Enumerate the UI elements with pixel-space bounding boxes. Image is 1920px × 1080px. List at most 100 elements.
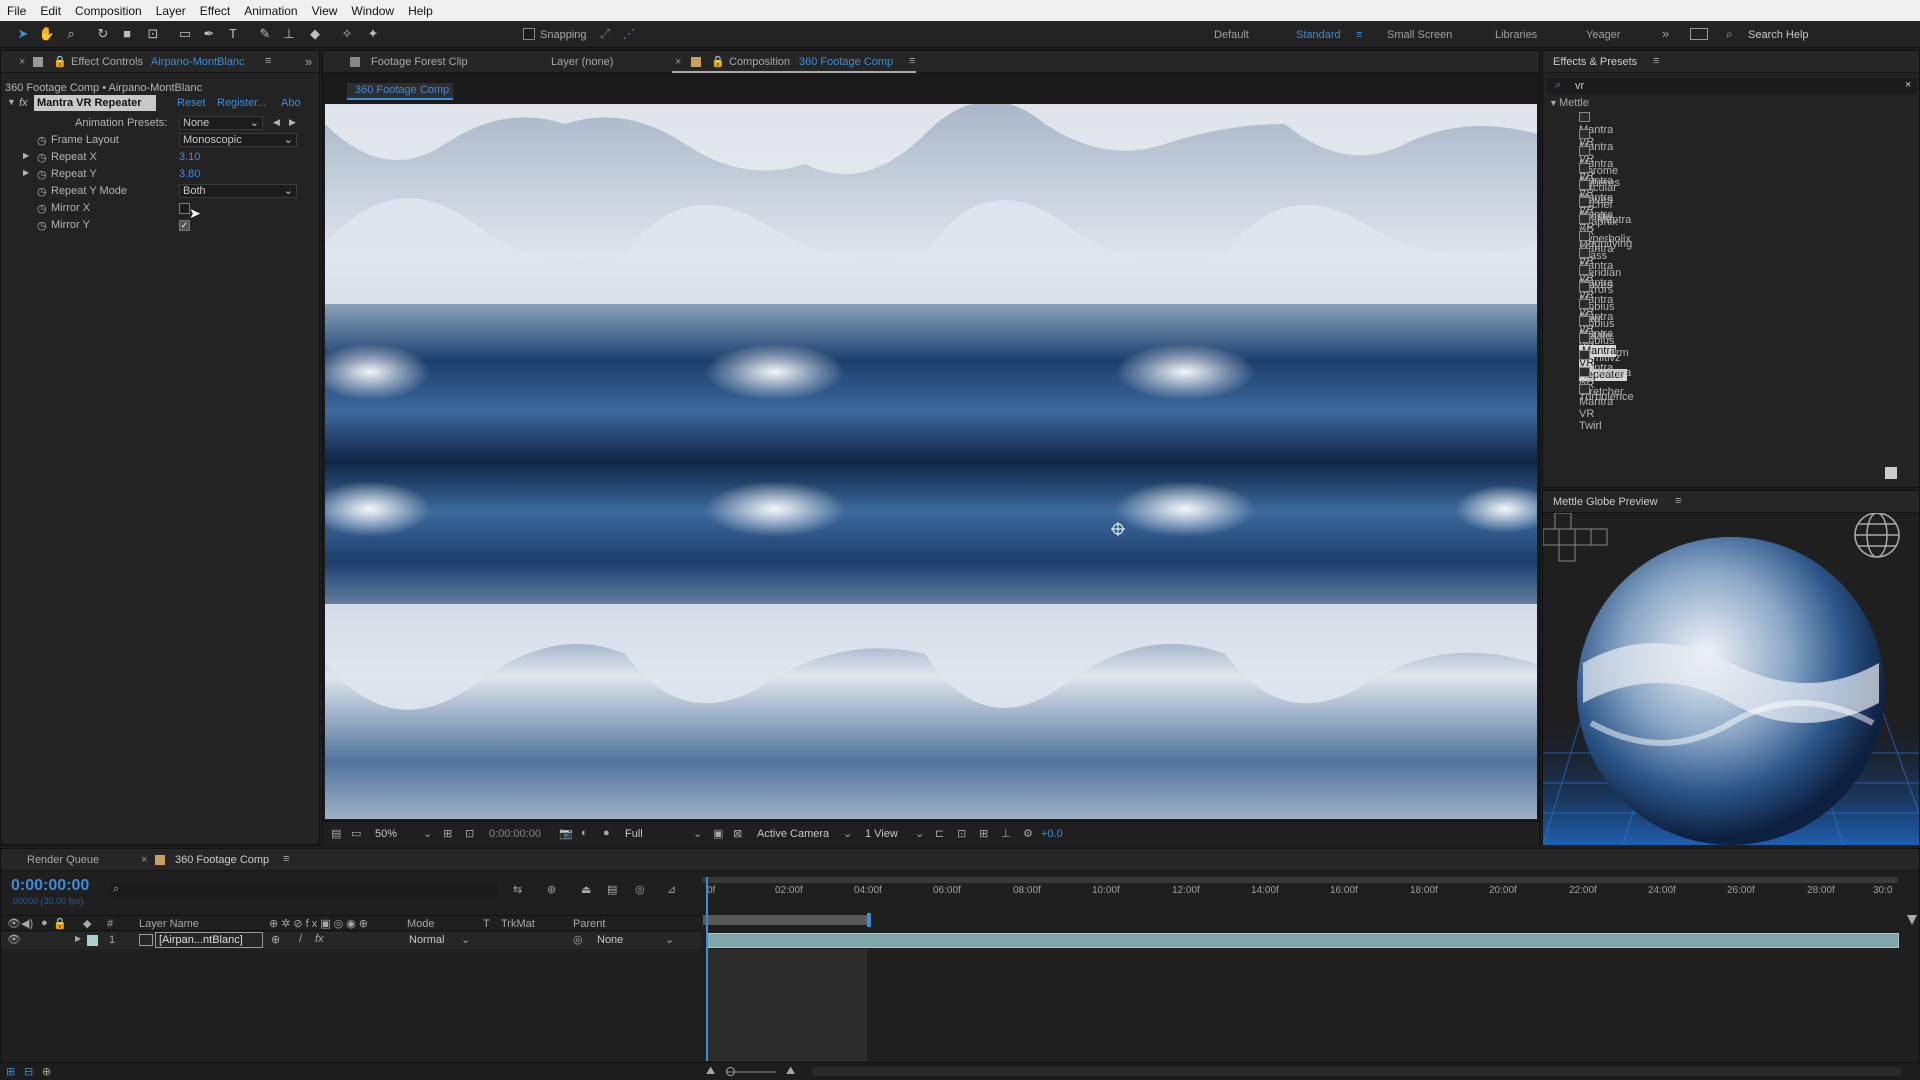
effect-list-item[interactable]: Mantra VR Magnifying Glass [1579, 214, 1632, 262]
tab-footage[interactable]: Footage Forest Clip [371, 56, 468, 68]
tab-timeline-comp[interactable]: 360 Footage Comp [175, 854, 269, 866]
close-icon[interactable]: × [675, 56, 681, 68]
stopwatch-icon[interactable]: ◷ [37, 202, 47, 215]
expand-arrow-icon[interactable]: ▶ [75, 934, 81, 943]
selection-tool-icon[interactable]: ➤ [14, 25, 32, 43]
fit-icon[interactable]: ⊞ [443, 827, 452, 840]
grid-icon[interactable]: ⊡ [465, 827, 474, 840]
in-out-stretch-icon[interactable]: ⊕ [42, 1065, 51, 1078]
parent-column[interactable]: Parent [573, 918, 605, 930]
clear-search-icon[interactable]: × [1905, 79, 1911, 91]
rectangle-tool-icon[interactable]: ▭ [176, 25, 194, 43]
effect-list-item[interactable]: Mantra VR Mobius Transform [1579, 299, 1629, 359]
region-of-interest-icon[interactable]: ▣ [713, 827, 723, 840]
effects-presets-title[interactable]: Effects & Presets [1553, 56, 1637, 68]
view-layout-dropdown[interactable]: 1 View [865, 828, 898, 840]
repeat-y-mode-dropdown[interactable]: Both ⌄ [179, 184, 297, 198]
snap-feature-icon[interactable]: ⋰ [620, 25, 638, 43]
workspace-libraries[interactable]: Libraries [1495, 29, 1537, 41]
layer-duration-bar[interactable] [707, 933, 1899, 948]
trkmat-column[interactable]: TrkMat [501, 918, 535, 930]
composition-viewport[interactable] [325, 104, 1537, 819]
parent-dropdown[interactable]: None [597, 934, 623, 946]
frame-blending-icon[interactable]: ▤ [607, 883, 617, 896]
time-ruler[interactable]: 0f 02:00f 04:00f 06:00f 08:00f 10:00f 12… [703, 885, 1903, 907]
zoom-out-icon[interactable]: ⛰ [706, 1065, 715, 1078]
graph-editor-icon[interactable]: ⊿ [667, 883, 676, 896]
layer-name-column[interactable]: Layer Name [139, 918, 199, 930]
fx-icon[interactable]: fx [19, 97, 28, 109]
stopwatch-icon[interactable]: ◷ [37, 134, 47, 147]
timeline-current-time[interactable]: 0:00:00:00 [11, 877, 89, 895]
type-tool-icon[interactable]: T [224, 25, 242, 43]
workspace-menu-icon[interactable]: ≡ [1356, 29, 1362, 41]
timeline-icon[interactable]: ⊞ [979, 827, 988, 840]
timeline-scrollbar[interactable] [812, 1067, 1902, 1076]
menu-composition[interactable]: Composition [68, 4, 149, 18]
comp-flow-tab[interactable]: 360 Footage Comp [347, 83, 453, 100]
effect-list-item[interactable]: Mantra VR Graphix [1579, 180, 1618, 228]
reset-exposure-icon[interactable]: ⚙ [1023, 827, 1033, 840]
effects-search-field[interactable]: ⌕ vr × [1547, 78, 1917, 94]
menu-edit[interactable]: Edit [33, 4, 68, 18]
menu-animation[interactable]: Animation [237, 4, 304, 18]
workspace-small-screen[interactable]: Small Screen [1387, 29, 1452, 41]
workspace-default[interactable]: Default [1214, 29, 1249, 41]
close-icon[interactable]: × [19, 56, 25, 68]
frame-layout-dropdown[interactable]: Monoscopic ⌄ [179, 133, 297, 147]
work-area-end-handle[interactable] [867, 913, 871, 927]
menu-window[interactable]: Window [344, 4, 401, 18]
stopwatch-icon[interactable]: ◷ [37, 168, 47, 181]
zoom-in-icon[interactable]: ⛰ [786, 1065, 795, 1078]
workspace-yeager[interactable]: Yeager [1586, 29, 1620, 41]
brush-tool-icon[interactable]: ✎ [256, 25, 274, 43]
repeat-x-value[interactable]: 3.10 [179, 151, 200, 163]
quality-switch-icon[interactable]: / [299, 933, 302, 945]
rotate-tool-icon[interactable]: ↻ [94, 25, 112, 43]
about-link[interactable]: Abo [281, 97, 301, 109]
search-help-field[interactable]: Search Help [1748, 29, 1809, 41]
expand-arrow-icon[interactable]: ▶ [23, 151, 29, 160]
effect-list-item[interactable]: Mantra VR Twirl [1579, 384, 1613, 432]
effect-list-item[interactable]: Mantra VR Hyperbolix [1579, 197, 1631, 245]
stopwatch-icon[interactable]: ◷ [37, 185, 47, 198]
fast-previews-icon[interactable]: ⊡ [957, 827, 966, 840]
workspace-standard[interactable]: Standard [1296, 29, 1341, 41]
puppet-pin-tool-icon[interactable]: ✦ [364, 25, 382, 43]
tab-render-queue[interactable]: Render Queue [27, 854, 99, 866]
camera-tool-icon[interactable]: ■ [118, 25, 136, 43]
effect-list-item[interactable]: Mantra VR Stretcher [1579, 350, 1624, 398]
pan-behind-tool-icon[interactable]: ⊡ [144, 25, 162, 43]
menu-layer[interactable]: Layer [149, 4, 193, 18]
blend-mode-dropdown[interactable]: Normal [409, 934, 444, 946]
mode-column[interactable]: Mode [407, 918, 435, 930]
lock-icon[interactable]: 🔒 [53, 55, 67, 68]
more-workspaces-icon[interactable]: » [1662, 26, 1669, 41]
current-time-indicator[interactable] [706, 877, 708, 1061]
stopwatch-icon[interactable]: ◷ [37, 151, 47, 164]
work-area-bar[interactable] [703, 915, 869, 925]
previous-preset-icon[interactable]: ◀ [273, 117, 280, 128]
tab-composition[interactable]: Composition [729, 56, 790, 68]
draft-3d-icon[interactable]: ⊛ [547, 883, 556, 896]
effect-list-item[interactable]: Mantra VR Circular Waves [1579, 146, 1617, 206]
effect-list-item[interactable]: Mantra VR Meridian Waves [1579, 231, 1621, 291]
menu-view[interactable]: View [305, 4, 345, 18]
effect-switch-icon[interactable]: fx [315, 933, 324, 945]
motion-blur-icon[interactable]: ◎ [635, 883, 645, 896]
effect-list-item[interactable]: Mantra VR Mobius Raw [1579, 265, 1614, 325]
tab-layer[interactable]: Layer (none) [551, 56, 613, 68]
roto-brush-tool-icon[interactable]: ✧ [338, 25, 356, 43]
layer-switches-icon[interactable]: ⊞ [6, 1065, 15, 1078]
transfer-controls-icon[interactable]: ⊟ [24, 1065, 33, 1078]
panel-menu-icon[interactable]: ≡ [1675, 495, 1681, 507]
effect-twirl-icon[interactable]: ▼ [7, 97, 16, 107]
toggle-pixel-aspect-icon[interactable]: ⊏ [935, 827, 944, 840]
zoom-level-dropdown[interactable]: 50% [375, 828, 397, 840]
time-ruler-area[interactable]: 0f 02:00f 04:00f 06:00f 08:00f 10:00f 12… [703, 871, 1903, 931]
effect-list-item[interactable]: Mantra VR Primitivz [1579, 316, 1621, 364]
globe-preview-view[interactable] [1543, 513, 1919, 845]
layer-row[interactable]: 👁 ▶ 1 [Airpan...ntBlanc] ⊕ / fx Normal ⌄… [1, 932, 701, 949]
clone-stamp-tool-icon[interactable]: ⊥ [280, 25, 298, 43]
effect-controls-tab-label[interactable]: Effect Controls [71, 56, 143, 68]
